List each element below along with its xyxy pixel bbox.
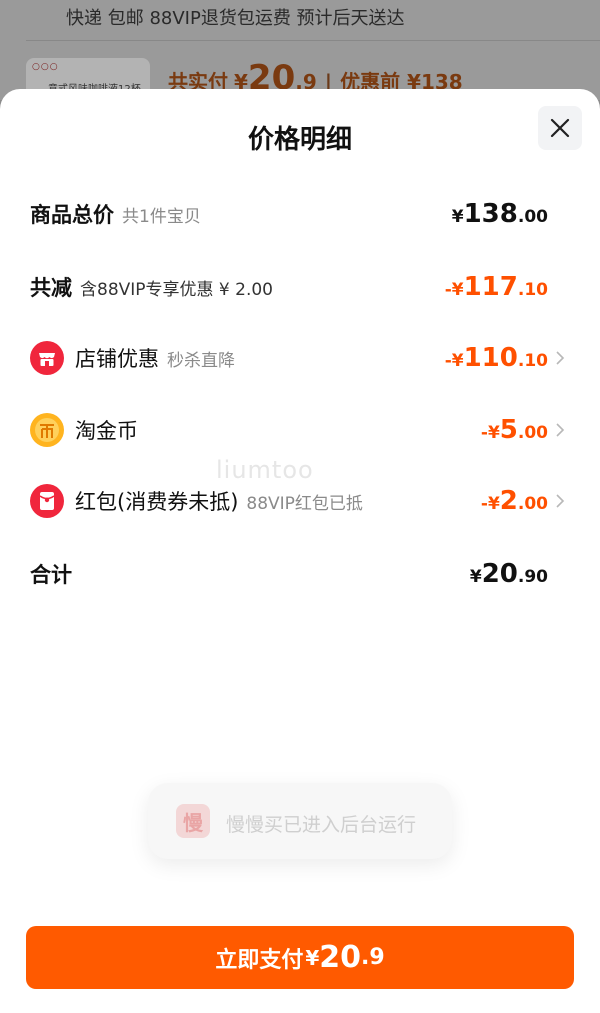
chevron-right-icon	[556, 351, 565, 365]
row-taojinbi[interactable]: 淘金币 -¥5.00	[0, 405, 600, 455]
pay-button-currency: ¥	[305, 945, 320, 970]
sum-label: 合计	[30, 563, 72, 587]
pay-button-label: 立即支付	[215, 947, 304, 973]
currency: -¥	[480, 494, 500, 514]
reduction-amount: -¥117.10	[445, 272, 548, 302]
amount-int: 2	[499, 486, 518, 516]
sum-amount: ¥20.90	[470, 559, 548, 589]
item-total-label: 商品总价	[30, 203, 114, 227]
shop-discount-note: 秒杀直降	[167, 351, 235, 371]
amount-dec: .10	[517, 351, 548, 371]
amount-int: 5	[499, 415, 518, 445]
currency: -¥	[444, 351, 464, 371]
red-packet-label: 红包(消费券未抵)	[75, 490, 239, 514]
row-label: 淘金币	[75, 415, 138, 445]
brand-logo: ○○○	[32, 62, 59, 72]
price-detail-sheet: 价格明细 商品总价 共1件宝贝 ¥138.00 共减 含88VIP专享优惠 ¥ 2.…	[0, 89, 600, 1013]
currency: ¥	[469, 567, 482, 587]
red-packet-note: 88VIP红包已抵	[246, 494, 363, 514]
row-sum: 合计 ¥20.90	[0, 549, 600, 599]
amount-int: 117	[463, 272, 518, 302]
shop-discount-amount: -¥110.10	[445, 343, 548, 373]
pay-now-button[interactable]: 立即支付 ¥20.9	[26, 926, 574, 989]
sheet-title: 价格明细	[247, 125, 352, 155]
manmanmai-app-icon: 慢	[176, 804, 210, 838]
item-total-amount: ¥138.00	[452, 199, 548, 229]
amount-int: 20	[481, 559, 518, 589]
amount-dec: .00	[517, 423, 548, 443]
toast-message: 慢慢买已进入后台运行	[226, 814, 417, 836]
amount-dec: .10	[517, 280, 548, 300]
background-order-summary: 快递 包邮 88VIP退货包运费 预计后天送达 ○○○ 意式风味咖啡液12杯 共…	[0, 0, 600, 100]
row-shop-discount[interactable]: 店铺优惠 秒杀直降 -¥110.10	[0, 333, 600, 383]
chevron-right-icon	[556, 494, 565, 508]
delivery-info: 快递 包邮 88VIP退货包运费 预计后天送达	[66, 8, 405, 29]
row-label: 红包(消费券未抵) 88VIP红包已抵	[75, 486, 363, 516]
amount-dec: .00	[517, 207, 548, 227]
currency: ¥	[451, 207, 464, 227]
coin-icon	[30, 413, 64, 447]
close-icon	[550, 118, 570, 138]
row-label: 共减 含88VIP专享优惠 ¥ 2.00	[30, 272, 273, 302]
row-label: 店铺优惠 秒杀直降	[75, 343, 235, 373]
pay-button-dec: .9	[361, 945, 385, 970]
currency: -¥	[480, 423, 500, 443]
divider	[26, 40, 600, 41]
currency: -¥	[444, 280, 464, 300]
chevron-right-icon	[556, 423, 565, 437]
vip-discount-note: 含88VIP专享优惠 ¥ 2.00	[80, 280, 274, 300]
background-run-toast: 慢 慢慢买已进入后台运行	[148, 783, 452, 859]
amount-dec: .00	[517, 494, 548, 514]
row-label: 商品总价 共1件宝贝	[30, 199, 201, 229]
page: 快递 包邮 88VIP退货包运费 预计后天送达 ○○○ 意式风味咖啡液12杯 共…	[0, 0, 600, 1013]
pay-button-int: 20	[319, 940, 361, 975]
red-packet-icon	[30, 484, 64, 518]
close-button[interactable]	[538, 106, 582, 150]
red-packet-amount: -¥2.00	[481, 486, 548, 516]
taojinbi-amount: -¥5.00	[481, 415, 548, 445]
row-total-reduction: 共减 含88VIP专享优惠 ¥ 2.00 -¥117.10	[0, 262, 600, 312]
taojinbi-label: 淘金币	[75, 419, 138, 443]
item-count: 共1件宝贝	[122, 207, 201, 227]
shop-discount-label: 店铺优惠	[75, 347, 159, 371]
watermark: liumtoo	[216, 456, 314, 484]
shop-icon	[30, 341, 64, 375]
amount-int: 110	[463, 343, 518, 373]
row-item-total: 商品总价 共1件宝贝 ¥138.00	[0, 189, 600, 239]
reduction-label: 共减	[30, 276, 72, 300]
amount-dec: .90	[517, 567, 548, 587]
amount-int: 138	[463, 199, 518, 229]
